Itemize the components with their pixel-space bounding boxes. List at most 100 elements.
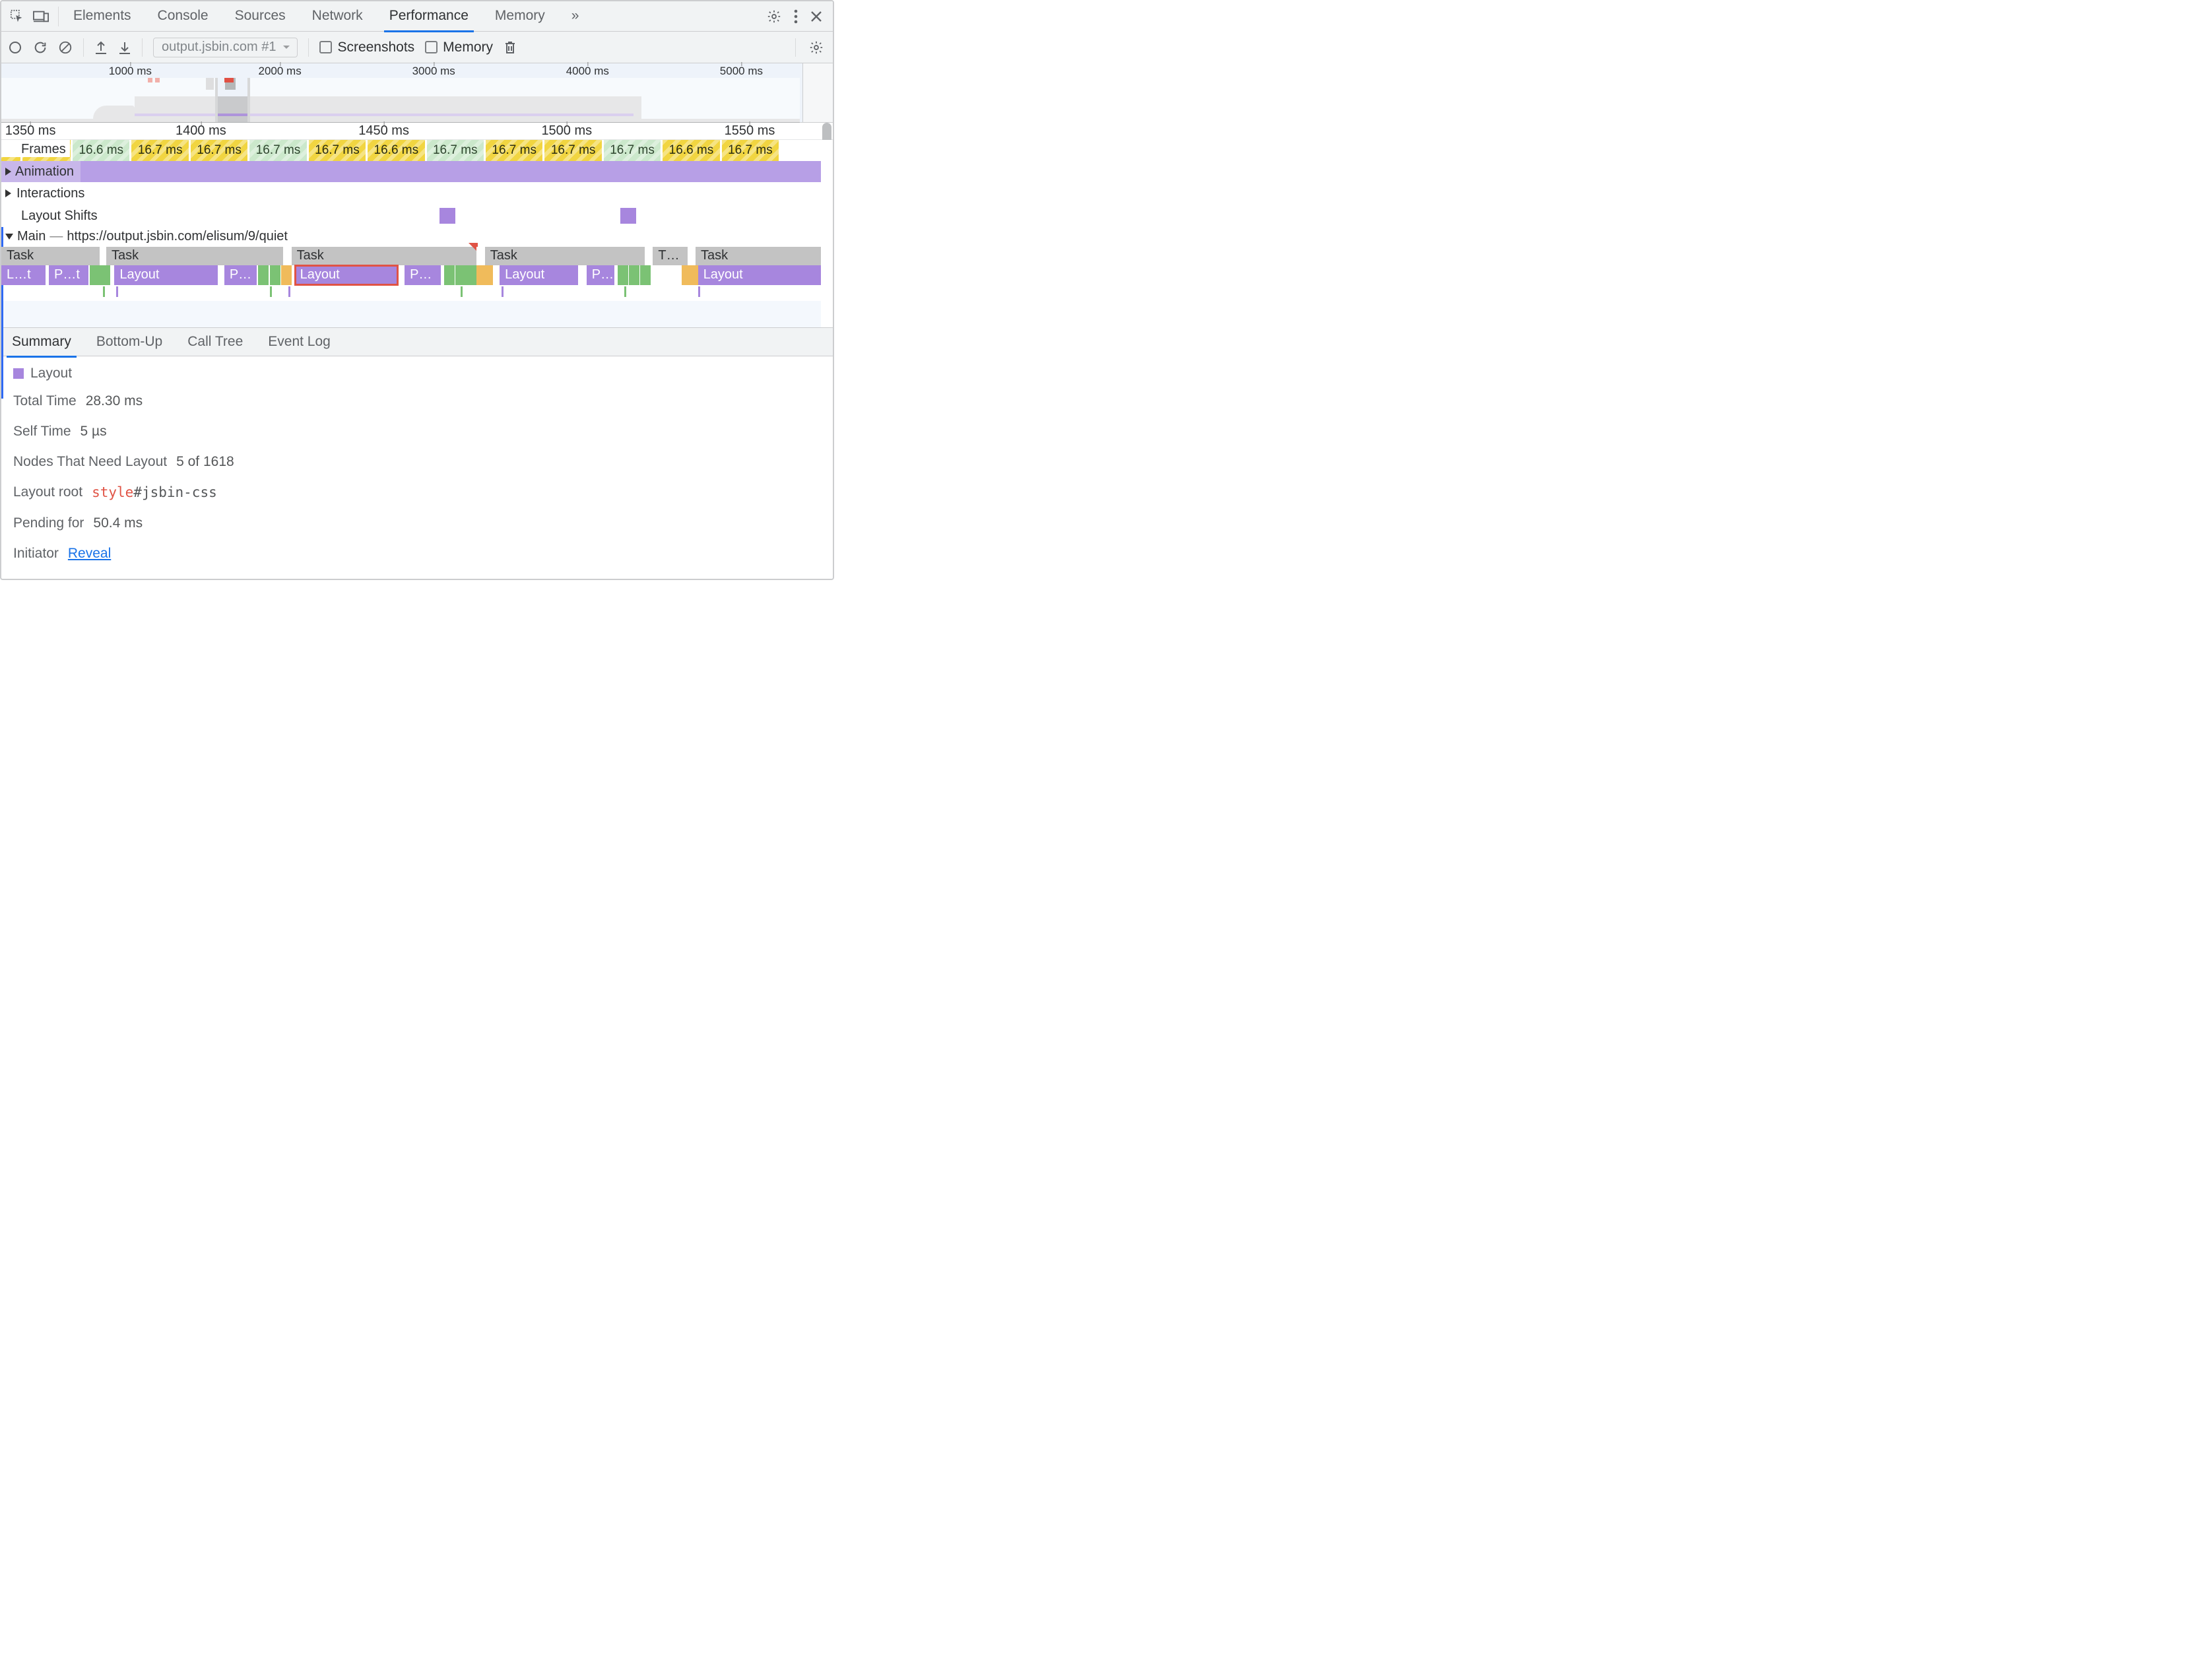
flame-segment[interactable] <box>90 265 100 285</box>
flame-segment[interactable]: Layout <box>114 265 217 285</box>
clear-icon[interactable] <box>58 40 73 55</box>
target-selector[interactable]: output.jsbin.com #1 <box>153 38 298 57</box>
ov-tick: 4000 ms <box>566 65 609 78</box>
overview-timeline[interactable]: 1000 ms 2000 ms 3000 ms 4000 ms 5000 ms … <box>1 63 833 123</box>
chevron-right-icon <box>5 168 11 176</box>
flame-segment[interactable] <box>270 265 280 285</box>
tab-performance[interactable]: Performance <box>388 2 470 30</box>
animation-track-header[interactable]: Animation <box>1 161 81 182</box>
task-segment[interactable]: Task <box>1 247 39 265</box>
layout-root-selector[interactable]: #jsbin-css <box>133 484 216 500</box>
kv-key: Initiator <box>13 546 59 562</box>
tab-console[interactable]: Console <box>156 2 210 30</box>
flame-segment[interactable] <box>466 265 476 285</box>
frame-segment[interactable]: 16.7 ms <box>427 140 486 161</box>
task-segment[interactable]: Task <box>485 247 523 265</box>
kv-key: Self Time <box>13 424 71 440</box>
kebab-menu-icon[interactable] <box>793 9 798 24</box>
flame-segment[interactable]: P… <box>224 265 257 285</box>
upload-icon[interactable] <box>94 40 108 55</box>
flame-segment[interactable] <box>629 265 639 285</box>
checkbox-icon <box>319 41 332 53</box>
frame-segment[interactable]: 16.7 ms <box>131 140 190 161</box>
flame-segment[interactable] <box>476 265 493 285</box>
task-segment[interactable]: Task <box>292 247 329 265</box>
tab-elements[interactable]: Elements <box>72 2 133 30</box>
layout-root-tag[interactable]: style <box>92 484 133 500</box>
layout-shifts-track[interactable]: Layout Shifts <box>1 205 821 227</box>
flame-tick <box>624 286 626 297</box>
frame-segment[interactable]: 16.7 ms <box>309 140 368 161</box>
task-row[interactable]: Task Task Task Task T… Task <box>1 247 821 265</box>
reveal-link[interactable]: Reveal <box>68 546 111 562</box>
kv-value: 28.30 ms <box>86 393 143 409</box>
flame-segment[interactable]: Layout <box>698 265 821 285</box>
layout-shift-bar[interactable] <box>620 208 636 224</box>
frame-segment[interactable]: 16.7 ms <box>191 140 249 161</box>
flame-segment[interactable] <box>258 265 269 285</box>
tab-memory[interactable]: Memory <box>494 2 546 30</box>
panel-right-controls <box>767 9 822 24</box>
z-tick: 1550 ms <box>725 123 775 139</box>
task-segment[interactable]: Task <box>696 247 733 265</box>
inspect-element-icon[interactable] <box>5 4 29 29</box>
animation-track[interactable]: Animation <box>1 161 821 182</box>
flame-segment[interactable] <box>281 265 292 285</box>
z-tick: 1400 ms <box>176 123 226 139</box>
frames-track[interactable]: ns16.6 ms16.7 ms16.7 ms16.7 ms16.7 ms16.… <box>1 140 821 161</box>
interactions-track[interactable]: Interactions <box>1 182 821 205</box>
frame-segment[interactable]: 16.6 ms <box>663 140 721 161</box>
flame-segment[interactable]: L…t <box>1 265 46 285</box>
flame-segment[interactable] <box>100 265 110 285</box>
reload-icon[interactable] <box>33 40 48 55</box>
tab-network[interactable]: Network <box>311 2 364 30</box>
flame-segment[interactable] <box>618 265 628 285</box>
ov-tick: 3000 ms <box>412 65 455 78</box>
memory-checkbox[interactable]: Memory <box>425 40 493 55</box>
task-segment[interactable]: T… <box>653 247 684 265</box>
checkbox-icon <box>425 41 438 53</box>
task-segment[interactable]: Task <box>106 247 144 265</box>
details-tab-bottom-up[interactable]: Bottom-Up <box>95 329 164 355</box>
kv-value: 5 of 1618 <box>176 454 234 470</box>
flame-segment[interactable]: Layout <box>500 265 578 285</box>
tab-overflow-icon[interactable]: » <box>570 2 579 30</box>
device-toolbar-icon[interactable] <box>29 4 53 29</box>
flame-tick <box>502 286 504 297</box>
frame-segment[interactable]: 16.7 ms <box>604 140 663 161</box>
flame-segment[interactable] <box>640 265 651 285</box>
frame-segment[interactable]: 16.7 ms <box>722 140 781 161</box>
flame-row-1[interactable]: L…tP…t Layout P… Layout P… Layout P… Layout <box>1 265 821 286</box>
main-track-header[interactable]: Main — https://output.jsbin.com/elisum/9… <box>1 227 821 247</box>
flame-segment[interactable]: Layout <box>295 265 398 285</box>
details-tab-event-log[interactable]: Event Log <box>267 329 332 355</box>
frame-segment[interactable]: 16.6 ms <box>368 140 426 161</box>
main-url: https://output.jsbin.com/elisum/9/quiet <box>67 229 288 244</box>
close-icon[interactable] <box>810 11 822 22</box>
zoom-ruler[interactable]: 1350 ms 1400 ms 1450 ms 1500 ms 1550 ms <box>1 123 833 140</box>
flame-segment[interactable]: P… <box>405 265 441 285</box>
flame-segment[interactable]: P… <box>587 265 614 285</box>
capture-settings-gear-icon[interactable] <box>809 40 824 55</box>
frame-segment[interactable]: 16.7 ms <box>486 140 544 161</box>
z-tick: 1450 ms <box>358 123 409 139</box>
frame-segment[interactable]: 16.7 ms <box>249 140 308 161</box>
flame-segment[interactable] <box>455 265 466 285</box>
screenshots-checkbox[interactable]: Screenshots <box>319 40 414 55</box>
tab-sources[interactable]: Sources <box>234 2 287 30</box>
download-icon[interactable] <box>118 40 131 55</box>
layout-shift-bar[interactable] <box>439 208 455 224</box>
flame-chart-tracks[interactable]: ns16.6 ms16.7 ms16.7 ms16.7 ms16.7 ms16.… <box>1 140 833 327</box>
overview-ruler: 1000 ms 2000 ms 3000 ms 4000 ms 5000 ms <box>1 63 833 78</box>
settings-gear-icon[interactable] <box>767 9 781 24</box>
flame-segment[interactable]: P…t <box>49 265 88 285</box>
frame-segment[interactable]: 16.6 ms <box>73 140 131 161</box>
flame-segment[interactable] <box>444 265 455 285</box>
trash-icon[interactable] <box>504 40 517 55</box>
ov-tick: 1000 ms <box>109 65 152 78</box>
details-tab-summary[interactable]: Summary <box>11 329 73 355</box>
details-tab-call-tree[interactable]: Call Tree <box>186 329 244 355</box>
frame-segment[interactable]: 16.7 ms <box>544 140 603 161</box>
chevron-right-icon <box>5 189 11 197</box>
record-icon[interactable] <box>8 40 22 55</box>
